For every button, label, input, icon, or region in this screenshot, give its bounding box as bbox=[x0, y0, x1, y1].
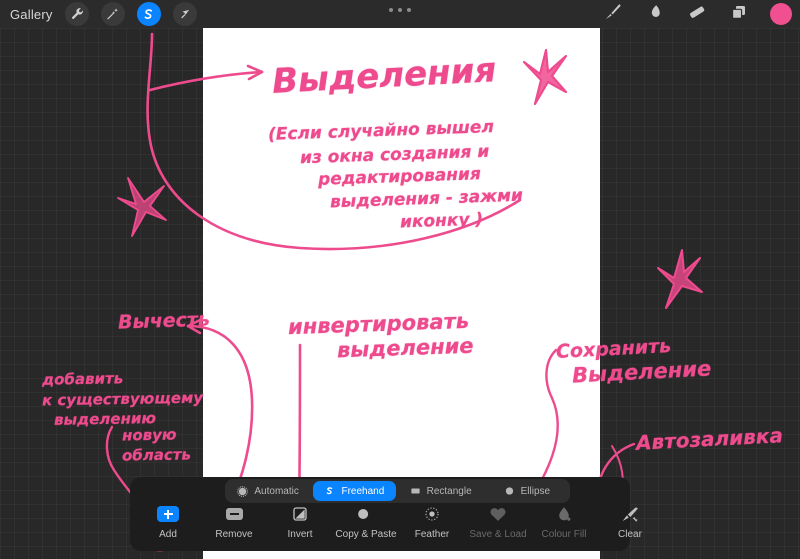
dot-3 bbox=[407, 8, 411, 12]
right-tool-group bbox=[602, 0, 792, 28]
top-toolbar: Gallery bbox=[0, 0, 800, 28]
selection-mode-ellipse[interactable]: Ellipse bbox=[486, 481, 568, 501]
action-clear-label: Clear bbox=[618, 529, 642, 540]
plus-icon bbox=[157, 503, 179, 525]
smudge-tool-button[interactable] bbox=[644, 3, 666, 25]
copy-paste-icon bbox=[356, 503, 376, 525]
action-copy-paste[interactable]: Copy & Paste bbox=[333, 503, 399, 540]
action-save-and-load-label: Save & Load bbox=[469, 529, 527, 540]
selection-mode-ellipse-label: Ellipse bbox=[520, 485, 551, 497]
transform-arrow-button[interactable] bbox=[172, 2, 197, 26]
selection-mode-freehand-label: Freehand bbox=[341, 485, 385, 497]
selection-tool-button[interactable] bbox=[136, 2, 161, 26]
ellipse-icon bbox=[504, 486, 515, 497]
note-add-area-line-1: добавить bbox=[41, 369, 124, 389]
dot-2 bbox=[398, 8, 402, 12]
magic-wand-icon bbox=[106, 7, 120, 21]
clear-brush-icon bbox=[620, 503, 640, 525]
action-clear[interactable]: Clear bbox=[597, 503, 663, 540]
automatic-icon bbox=[237, 485, 249, 497]
canvas-menu-dots[interactable] bbox=[389, 8, 411, 12]
layers-icon bbox=[730, 3, 748, 26]
procreate-app-window: Gallery Выделения (Если случайно вышел и… bbox=[0, 0, 800, 559]
gallery-button[interactable]: Gallery bbox=[10, 7, 53, 22]
action-add-label: Add bbox=[159, 529, 177, 540]
actions-wrench-button[interactable] bbox=[64, 2, 89, 26]
action-save-and-load[interactable]: Save & Load bbox=[465, 503, 531, 540]
selection-mode-automatic[interactable]: Automatic bbox=[227, 481, 309, 501]
dot-1 bbox=[389, 8, 393, 12]
paint-drop-icon bbox=[556, 503, 572, 525]
note-add-area-line-4: новую bbox=[121, 425, 177, 445]
minus-icon bbox=[225, 503, 243, 525]
smudge-icon bbox=[646, 3, 664, 26]
freehand-icon bbox=[324, 486, 335, 497]
layers-button[interactable] bbox=[728, 3, 750, 25]
note-add-area-line-3: выделению bbox=[53, 409, 157, 429]
rectangle-icon bbox=[410, 486, 421, 497]
action-colour-fill-label: Colour Fill bbox=[541, 529, 587, 540]
colour-swatch-button[interactable] bbox=[770, 3, 792, 25]
action-feather-label: Feather bbox=[414, 529, 450, 540]
note-autofill-label: Автозаливка bbox=[635, 423, 784, 455]
action-remove[interactable]: Remove bbox=[201, 503, 267, 540]
adjustments-wand-button[interactable] bbox=[100, 2, 125, 26]
paintbrush-icon bbox=[603, 2, 623, 27]
action-add[interactable]: Add bbox=[135, 503, 201, 540]
selection-mode-automatic-label: Automatic bbox=[254, 485, 299, 497]
note-add-area-line-2: к существующему bbox=[41, 388, 204, 410]
selection-mode-segmented-control: Automatic Freehand Rectangle Ellipse bbox=[225, 479, 570, 503]
erase-tool-button[interactable] bbox=[686, 3, 708, 25]
selection-mode-freehand[interactable]: Freehand bbox=[313, 481, 396, 501]
note-add-area-line-5: область bbox=[121, 445, 192, 465]
arrow-transform-icon bbox=[178, 7, 192, 21]
drawing-canvas[interactable] bbox=[203, 28, 600, 472]
eraser-icon bbox=[687, 2, 707, 27]
selection-actions-row: Add Remove Invert Copy & Paste Feather S… bbox=[135, 503, 665, 553]
selection-mode-rectangle-label: Rectangle bbox=[426, 485, 472, 497]
paint-tool-button[interactable] bbox=[602, 3, 624, 25]
action-feather[interactable]: Feather bbox=[399, 503, 465, 540]
action-colour-fill[interactable]: Colour Fill bbox=[531, 503, 597, 540]
action-copy-paste-label: Copy & Paste bbox=[335, 529, 397, 540]
action-invert[interactable]: Invert bbox=[267, 503, 333, 540]
invert-icon bbox=[292, 503, 308, 525]
action-remove-label: Remove bbox=[215, 529, 253, 540]
wrench-icon bbox=[70, 7, 84, 21]
action-invert-label: Invert bbox=[287, 529, 313, 540]
selection-s-icon bbox=[141, 7, 156, 22]
note-subtract-label: Вычесть bbox=[117, 308, 211, 334]
selection-mode-rectangle[interactable]: Rectangle bbox=[400, 481, 482, 501]
feather-icon bbox=[424, 503, 440, 525]
heart-icon bbox=[489, 503, 507, 525]
